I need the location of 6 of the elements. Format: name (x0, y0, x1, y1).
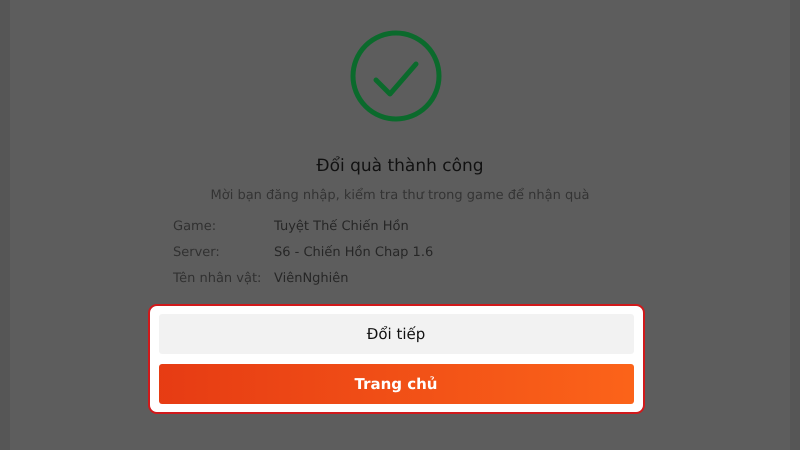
continue-button[interactable]: Đổi tiếp (158, 314, 634, 354)
dialog-title: Đổi quà thành công (316, 156, 484, 176)
detail-value: Tuyệt Thế Chiến Hồn (274, 218, 409, 236)
check-circle-icon (350, 30, 442, 122)
home-button[interactable]: Trang chủ (158, 364, 634, 404)
detail-value: ViênNghiên (274, 270, 349, 288)
